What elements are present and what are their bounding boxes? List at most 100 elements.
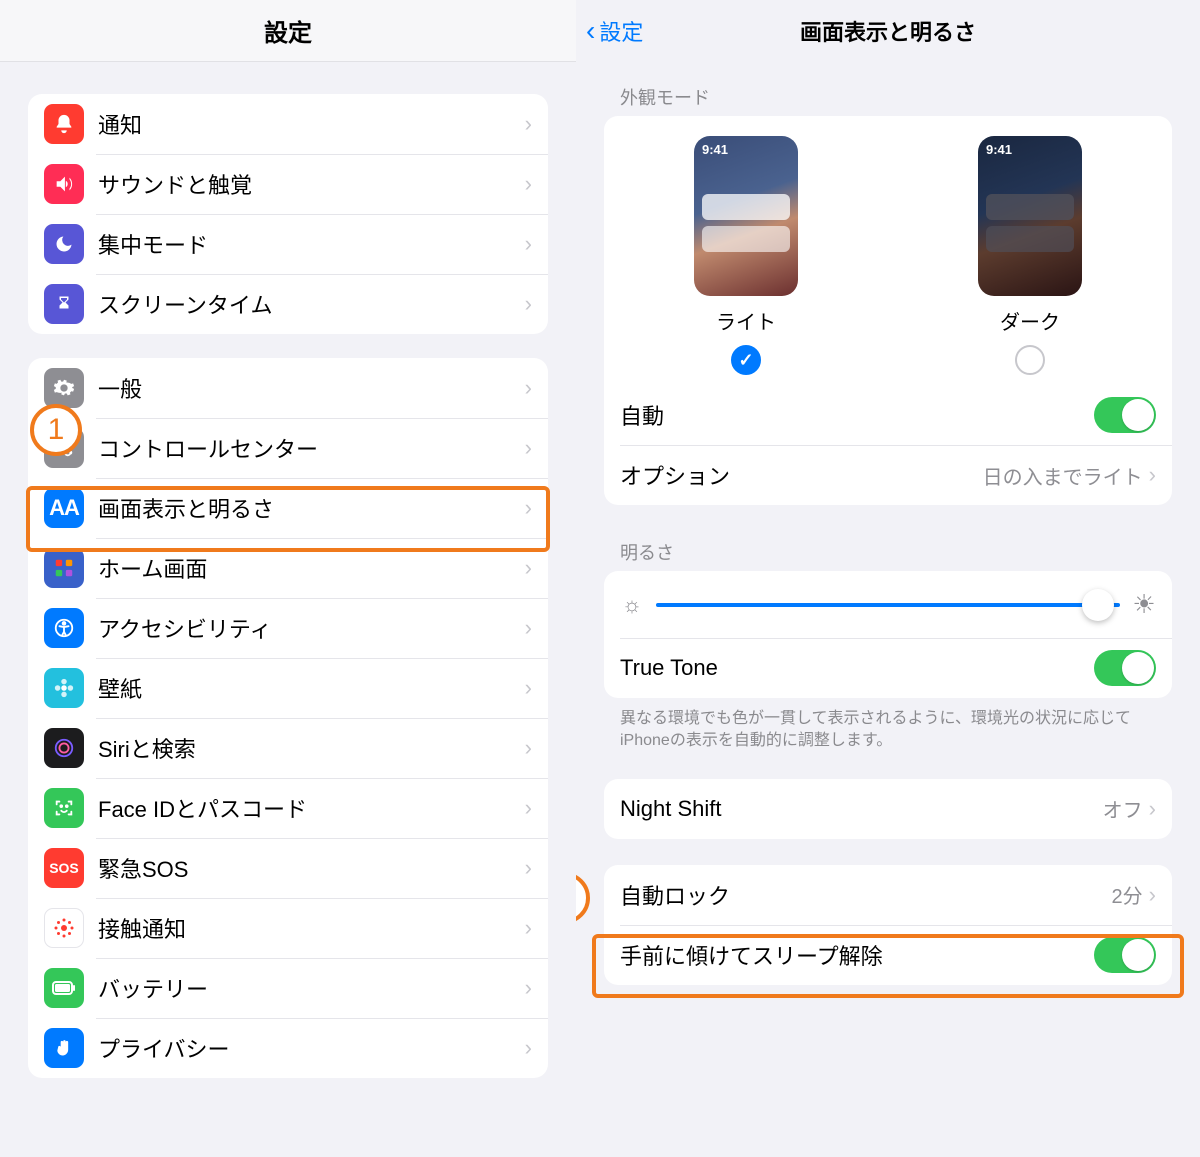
- sun-small-icon: ☼: [620, 592, 644, 618]
- bell-icon: [44, 104, 84, 144]
- chevron-right-icon: ›: [525, 171, 532, 197]
- nightshift-row[interactable]: Night Shift オフ ›: [604, 779, 1172, 839]
- appearance-option-dark[interactable]: 9:41 ダーク: [940, 136, 1120, 375]
- appearance-auto-row[interactable]: 自動: [604, 385, 1172, 445]
- autolock-group: 自動ロック 2分 › 手前に傾けてスリープ解除: [604, 865, 1172, 985]
- chevron-right-icon: ›: [1149, 882, 1156, 908]
- appearance-group: 9:41 ライト 9:41 ダーク: [604, 116, 1172, 505]
- toggle-switch[interactable]: [1094, 937, 1156, 973]
- chevron-right-icon: ›: [525, 555, 532, 581]
- settings-row-sound[interactable]: サウンドと触覚 ›: [28, 154, 548, 214]
- settings-row-wallpaper[interactable]: 壁紙 ›: [28, 658, 548, 718]
- annotation-badge-2: 2: [576, 872, 590, 924]
- appearance-preview-light: 9:41: [694, 136, 798, 296]
- back-button[interactable]: ‹ 設定: [586, 15, 643, 47]
- homegrid-icon: [44, 548, 84, 588]
- chevron-right-icon: ›: [525, 975, 532, 1001]
- settings-row-label: アクセシビリティ: [98, 612, 525, 644]
- autolock-row[interactable]: 自動ロック 2分 ›: [604, 865, 1172, 925]
- chevron-right-icon: ›: [525, 111, 532, 137]
- settings-row-homescreen[interactable]: ホーム画面 ›: [28, 538, 548, 598]
- settings-row-label: 集中モード: [98, 228, 525, 260]
- settings-title-bar: 設定: [0, 0, 576, 62]
- sound-icon: [44, 164, 84, 204]
- settings-row-control-center[interactable]: コントロールセンター ›: [28, 418, 548, 478]
- chevron-right-icon: ›: [525, 1035, 532, 1061]
- brightness-slider[interactable]: [656, 603, 1120, 607]
- settings-row-label: 一般: [98, 372, 525, 404]
- detail-title: 画面表示と明るさ: [800, 15, 976, 47]
- chevron-right-icon: ›: [525, 375, 532, 401]
- radio-checked-icon[interactable]: [731, 345, 761, 375]
- settings-row-privacy[interactable]: プライバシー ›: [28, 1018, 548, 1078]
- settings-row-label: コントロールセンター: [98, 432, 525, 464]
- gear-icon: [44, 368, 84, 408]
- textsize-icon: AA: [44, 488, 84, 528]
- radio-unchecked-icon[interactable]: [1015, 345, 1045, 375]
- chevron-right-icon: ›: [525, 615, 532, 641]
- toggle-switch[interactable]: [1094, 650, 1156, 686]
- settings-row-general[interactable]: 一般 ›: [28, 358, 548, 418]
- chevron-right-icon: ›: [525, 855, 532, 881]
- settings-row-label: プライバシー: [98, 1032, 525, 1064]
- settings-row-label: 壁紙: [98, 672, 525, 704]
- row-label: Night Shift: [620, 796, 1103, 822]
- settings-row-battery[interactable]: バッテリー ›: [28, 958, 548, 1018]
- appearance-option-light[interactable]: 9:41 ライト: [656, 136, 836, 375]
- settings-group-1: 通知 › サウンドと触覚 › 集中モード ›: [28, 94, 548, 334]
- row-value: 日の入までライト: [983, 461, 1143, 490]
- siri-icon: [44, 728, 84, 768]
- battery-icon: [44, 968, 84, 1008]
- exposure-icon: [44, 908, 84, 948]
- accessibility-icon: [44, 608, 84, 648]
- settings-row-screentime[interactable]: スクリーンタイム ›: [28, 274, 548, 334]
- settings-row-label: ホーム画面: [98, 552, 525, 584]
- settings-row-label: サウンドと触覚: [98, 168, 525, 200]
- settings-row-label: 緊急SOS: [98, 852, 525, 884]
- hourglass-icon: [44, 284, 84, 324]
- truetone-footer: 異なる環境でも色が一貫して表示されるように、環境光の状況に応じてiPhoneの表…: [620, 708, 1156, 753]
- sun-large-icon: ☀: [1132, 589, 1156, 620]
- settings-row-display[interactable]: AA 画面表示と明るさ ›: [28, 478, 548, 538]
- chevron-right-icon: ›: [1149, 796, 1156, 822]
- moon-icon: [44, 224, 84, 264]
- annotation-badge-1: 1: [30, 404, 82, 456]
- appearance-options-row[interactable]: オプション 日の入までライト ›: [604, 445, 1172, 505]
- row-label: 自動ロック: [620, 879, 1112, 911]
- settings-row-faceid[interactable]: Face IDとパスコード ›: [28, 778, 548, 838]
- row-label: オプション: [620, 459, 983, 491]
- row-label: True Tone: [620, 655, 1094, 681]
- settings-group-2: 一般 › コントロールセンター › AA 画面表示と明るさ ›: [28, 358, 548, 1078]
- truetone-row[interactable]: True Tone: [604, 638, 1172, 698]
- settings-main-pane: 設定 通知 › サウンドと触覚 ›: [0, 0, 576, 1157]
- appearance-preview-dark: 9:41: [978, 136, 1082, 296]
- appearance-header: 外観モード: [620, 84, 1156, 110]
- settings-row-label: Siriと検索: [98, 732, 525, 764]
- settings-row-focus[interactable]: 集中モード ›: [28, 214, 548, 274]
- chevron-right-icon: ›: [525, 795, 532, 821]
- display-brightness-pane: ‹ 設定 画面表示と明るさ 外観モード 9:41 ライト: [576, 0, 1200, 1157]
- row-value: オフ: [1103, 794, 1143, 823]
- settings-row-exposure[interactable]: 接触通知 ›: [28, 898, 548, 958]
- chevron-right-icon: ›: [525, 231, 532, 257]
- chevron-right-icon: ›: [525, 435, 532, 461]
- raise-to-wake-row[interactable]: 手前に傾けてスリープ解除: [604, 925, 1172, 985]
- flower-icon: [44, 668, 84, 708]
- chevron-right-icon: ›: [525, 915, 532, 941]
- settings-row-accessibility[interactable]: アクセシビリティ ›: [28, 598, 548, 658]
- chevron-right-icon: ›: [525, 495, 532, 521]
- sos-icon: SOS: [44, 848, 84, 888]
- hand-icon: [44, 1028, 84, 1068]
- chevron-left-icon: ‹: [586, 17, 595, 45]
- brightness-slider-row[interactable]: ☼ ☀: [604, 571, 1172, 638]
- appearance-label-light: ライト: [716, 306, 776, 335]
- appearance-label-dark: ダーク: [1000, 306, 1060, 335]
- settings-row-siri[interactable]: Siriと検索 ›: [28, 718, 548, 778]
- row-label: 手前に傾けてスリープ解除: [620, 939, 1094, 971]
- toggle-switch[interactable]: [1094, 397, 1156, 433]
- settings-row-label: スクリーンタイム: [98, 288, 525, 320]
- row-value: 2分: [1112, 880, 1143, 909]
- brightness-group: ☼ ☀ True Tone: [604, 571, 1172, 698]
- settings-row-notifications[interactable]: 通知 ›: [28, 94, 548, 154]
- settings-row-sos[interactable]: SOS 緊急SOS ›: [28, 838, 548, 898]
